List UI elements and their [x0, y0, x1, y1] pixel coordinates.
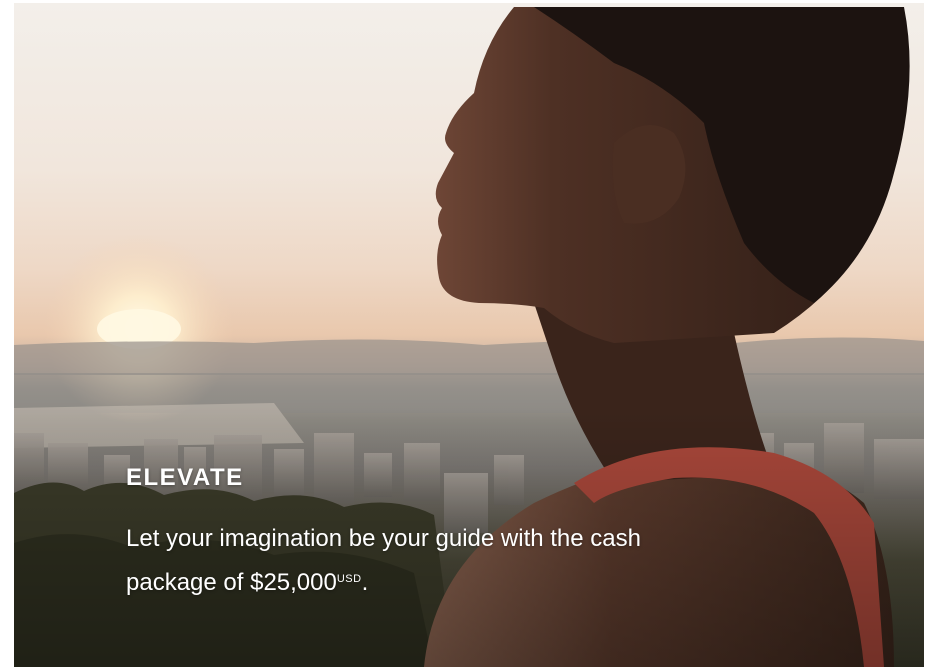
promo-heading: ELEVATE [126, 464, 244, 491]
promo-amount: $25,000 [250, 569, 337, 596]
promo-description: Let your imagination be your guide with … [126, 519, 646, 603]
promo-description-text: Let your imagination be your guide with … [126, 525, 641, 596]
promo-card[interactable]: ELEVATE Let your imagination be your gui… [14, 3, 924, 667]
promo-period: . [361, 569, 369, 596]
promo-currency: USD [336, 573, 362, 585]
promo-content: ELEVATE Let your imagination be your gui… [126, 463, 646, 603]
